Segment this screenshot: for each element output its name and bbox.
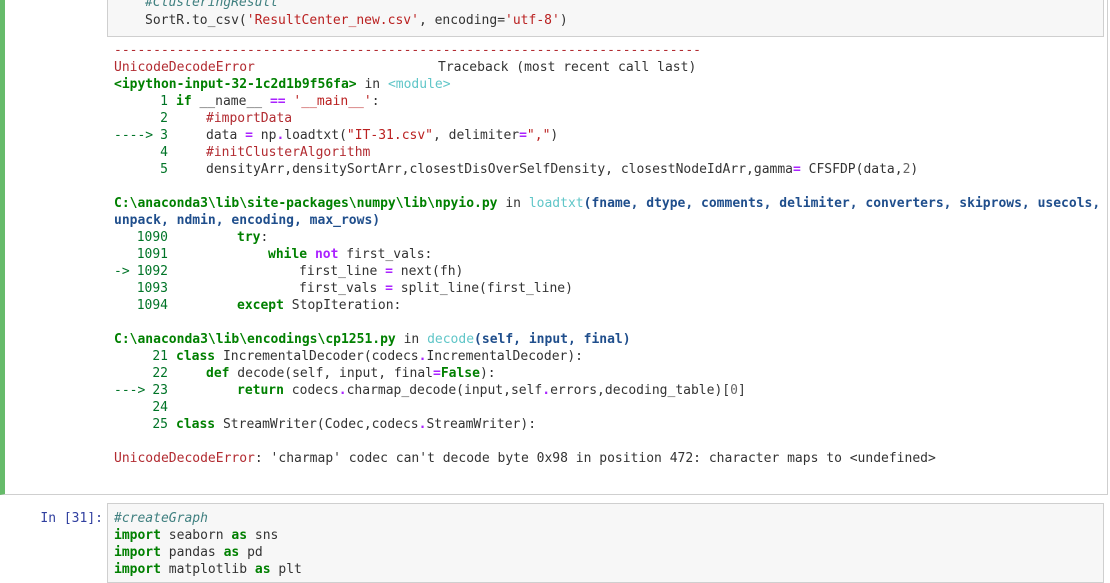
frame1-lineno-4: 4 [160, 145, 168, 160]
frame2-code-5: except StopIteration: [237, 298, 402, 313]
frame2-code-4: first_vals = split_line(first_line) [299, 281, 573, 296]
frame3-header: C:\anaconda3\lib\encodings\cp1251.py in … [114, 331, 631, 348]
frame3-code-1: class IncrementalDecoder(codecs.Incremen… [176, 349, 584, 364]
code-line-to-csv: SortR.to_csv('ResultCenter_new.csv', enc… [145, 13, 568, 28]
frame3-lineno-5: 25 [152, 417, 168, 432]
error-name: UnicodeDecodeError [114, 60, 255, 75]
frame2-func: loadtxt [528, 196, 584, 211]
frame2-code-1: try: [237, 230, 269, 245]
frame2-lineno-1: 1090 [136, 230, 168, 245]
frame2-in: in [505, 196, 521, 211]
frame1-header: <ipython-input-32-1c2d1b9f56fa> in <modu… [114, 76, 451, 93]
code-line-comment: #ClusteringResult [145, 0, 279, 10]
cell2-line-2: import seaborn as sns [114, 528, 279, 543]
frame1-in: in [364, 77, 381, 92]
traceback-separator: ----------------------------------------… [114, 43, 701, 58]
frame2-location: C:\anaconda3\lib\site-packages\numpy\lib… [114, 196, 498, 211]
final-error-line: UnicodeDecodeError: 'charmap' codec can'… [114, 450, 936, 467]
frame1-code-3: data = np.loadtxt("IT-31.csv", delimiter… [206, 128, 559, 143]
cell-prompt: In [31]: [40, 511, 103, 526]
frame3-in: in [403, 332, 420, 347]
cell2-line-4: import matplotlib as plt [114, 562, 302, 577]
frame1-func: <module> [387, 77, 451, 92]
traceback-header: Traceback (most recent call last) [438, 60, 697, 75]
frame3-args: (self, input, final) [474, 332, 631, 347]
cell2-line-3: import pandas as pd [114, 545, 263, 560]
frame3-func: decode [427, 332, 475, 347]
frame1-code-4: #initClusterAlgorithm [206, 145, 371, 160]
frame3-location: C:\anaconda3\lib\encodings\cp1251.py [114, 332, 396, 347]
frame1-code-1: if __name__ == '__main__': [176, 94, 380, 109]
final-error-message: : 'charmap' codec can't decode byte 0x98… [254, 451, 936, 466]
frame2-header: C:\anaconda3\lib\site-packages\numpy\lib… [114, 195, 1100, 212]
frame2-args-1: (fname, dtype, comments, delimiter, conv… [583, 196, 1101, 211]
frame1-lineno-3: 3 [160, 128, 168, 143]
frame1-lineno-5: 5 [160, 162, 168, 177]
frame2-lineno-2: 1091 [136, 247, 168, 262]
frame1-location: <ipython-input-32-1c2d1b9f56fa> [114, 77, 357, 92]
frame1-code-5: densityArr,densitySortArr,closestDisOver… [206, 162, 919, 177]
frame3-lineno-3: 23 [152, 383, 168, 398]
frame3-lineno-2: 22 [152, 366, 168, 381]
frame3-lineno-1: 21 [152, 349, 168, 364]
frame2-lineno-4: 1093 [136, 281, 168, 296]
frame3-code-3: return codecs.charmap_decode(input,self.… [237, 383, 746, 398]
frame3-lineno-4: 24 [152, 400, 168, 415]
frame3-code-2: def decode(self, input, final=False): [206, 366, 496, 381]
frame2-lineno-5: 1094 [136, 298, 168, 313]
frame2-code-3: first_line = next(fh) [299, 264, 464, 279]
frame1-lineno-1: 1 [160, 94, 168, 109]
frame1-lineno-2: 2 [160, 111, 168, 126]
frame2-args-2: unpack, ndmin, encoding, max_rows) [114, 213, 381, 228]
final-error-name: UnicodeDecodeError [114, 451, 255, 466]
frame3-code-5: class StreamWriter(Codec,codecs.StreamWr… [176, 417, 537, 432]
frame1-code-2: #importData [206, 111, 293, 126]
frame2-code-2: while not first_vals: [268, 247, 433, 262]
frame2-lineno-3: 1092 [136, 264, 168, 279]
cell2-line-1: #createGraph [114, 511, 208, 526]
